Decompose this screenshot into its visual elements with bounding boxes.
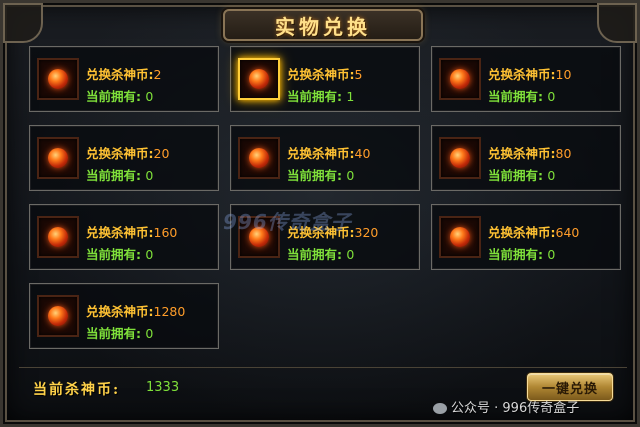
item-cost-line: 兑换杀神币:80: [488, 146, 572, 161]
item-slot[interactable]: [238, 137, 280, 179]
item-cost: 40: [354, 146, 371, 161]
exchange-item-8[interactable]: 兑换杀神币:640 当前拥有: 0: [431, 204, 621, 270]
item-owned: 0: [547, 247, 556, 262]
fire-orb-icon: [48, 227, 68, 247]
item-owned-line: 当前拥有: 0: [86, 168, 154, 183]
balance-label: 当前杀神币:: [33, 382, 121, 398]
item-cost: 640: [555, 225, 580, 240]
fire-orb-icon: [450, 69, 470, 89]
item-owned: 0: [145, 89, 154, 104]
frame-corner-ornament: [597, 3, 637, 43]
item-owned-line: 当前拥有: 1: [287, 89, 355, 104]
item-owned-line: 当前拥有: 0: [86, 326, 154, 341]
item-cost: 20: [153, 146, 170, 161]
fire-orb-icon: [48, 148, 68, 168]
item-owned-line: 当前拥有: 0: [86, 247, 154, 262]
footer-credit-text: 公众号 · 996传奇盒子: [451, 401, 580, 416]
item-cost: 160: [153, 225, 178, 240]
item-owned: 0: [547, 89, 556, 104]
balance-value: 1333: [146, 380, 180, 395]
fire-orb-icon: [48, 306, 68, 326]
item-slot[interactable]: [37, 216, 79, 258]
item-cost: 5: [354, 67, 363, 82]
exchange-item-3[interactable]: 兑换杀神币:20 当前拥有: 0: [29, 125, 219, 191]
exchange-item-0[interactable]: 兑换杀神币:2 当前拥有: 0: [29, 46, 219, 112]
item-slot-selected[interactable]: [238, 58, 280, 100]
item-cost-line: 兑换杀神币:640: [488, 225, 580, 240]
fire-orb-icon: [249, 69, 269, 89]
item-cost: 80: [555, 146, 572, 161]
item-owned-line: 当前拥有: 0: [287, 168, 355, 183]
item-slot[interactable]: [37, 137, 79, 179]
item-cost-line: 兑换杀神币:40: [287, 146, 371, 161]
exchange-item-5[interactable]: 兑换杀神币:80 当前拥有: 0: [431, 125, 621, 191]
item-owned-line: 当前拥有: 0: [488, 168, 556, 183]
item-owned: 0: [346, 247, 355, 262]
item-owned: 1: [346, 89, 355, 104]
item-cost-line: 兑换杀神币:2: [86, 67, 162, 82]
item-cost: 320: [354, 225, 379, 240]
exchange-window: 实物兑换 兑换杀神币:2 当前拥有: 0 兑换杀神币:5 当前拥有: 1 兑换杀…: [0, 0, 640, 427]
item-owned: 0: [145, 326, 154, 341]
exchange-item-1[interactable]: 兑换杀神币:5 当前拥有: 1: [230, 46, 420, 112]
item-cost-line: 兑换杀神币:20: [86, 146, 170, 161]
page-title: 实物兑换: [275, 14, 371, 39]
item-owned: 0: [547, 168, 556, 183]
footer-credit: 公众号 · 996传奇盒子: [433, 397, 579, 416]
item-cost-line: 兑换杀神币:10: [488, 67, 572, 82]
fire-orb-icon: [249, 148, 269, 168]
item-owned-line: 当前拥有: 0: [488, 247, 556, 262]
item-cost-line: 兑换杀神币:5: [287, 67, 363, 82]
exchange-item-2[interactable]: 兑换杀神币:10 当前拥有: 0: [431, 46, 621, 112]
item-owned-line: 当前拥有: 0: [287, 247, 355, 262]
exchange-item-6[interactable]: 兑换杀神币:160 当前拥有: 0: [29, 204, 219, 270]
item-cost: 10: [555, 67, 572, 82]
frame-corner-ornament: [3, 3, 43, 43]
watermark: 996传奇盒子: [223, 210, 352, 234]
fire-orb-icon: [450, 148, 470, 168]
title-plate: 实物兑换: [223, 9, 423, 41]
item-slot[interactable]: [37, 295, 79, 337]
fire-orb-icon: [450, 227, 470, 247]
exchange-item-9[interactable]: 兑换杀神币:1280 当前拥有: 0: [29, 283, 219, 349]
item-cost-line: 兑换杀神币:160: [86, 225, 178, 240]
item-cost: 1280: [153, 304, 186, 319]
item-owned-line: 当前拥有: 0: [488, 89, 556, 104]
exchange-item-4[interactable]: 兑换杀神币:40 当前拥有: 0: [230, 125, 420, 191]
item-slot[interactable]: [439, 58, 481, 100]
item-slot[interactable]: [439, 137, 481, 179]
item-owned: 0: [145, 168, 154, 183]
item-slot[interactable]: [37, 58, 79, 100]
item-slot[interactable]: [439, 216, 481, 258]
item-cost: 2: [153, 67, 162, 82]
item-cost-line: 兑换杀神币:1280: [86, 304, 186, 319]
wechat-icon: [433, 403, 447, 414]
item-owned: 0: [346, 168, 355, 183]
item-owned-line: 当前拥有: 0: [86, 89, 154, 104]
item-owned: 0: [145, 247, 154, 262]
fire-orb-icon: [48, 69, 68, 89]
